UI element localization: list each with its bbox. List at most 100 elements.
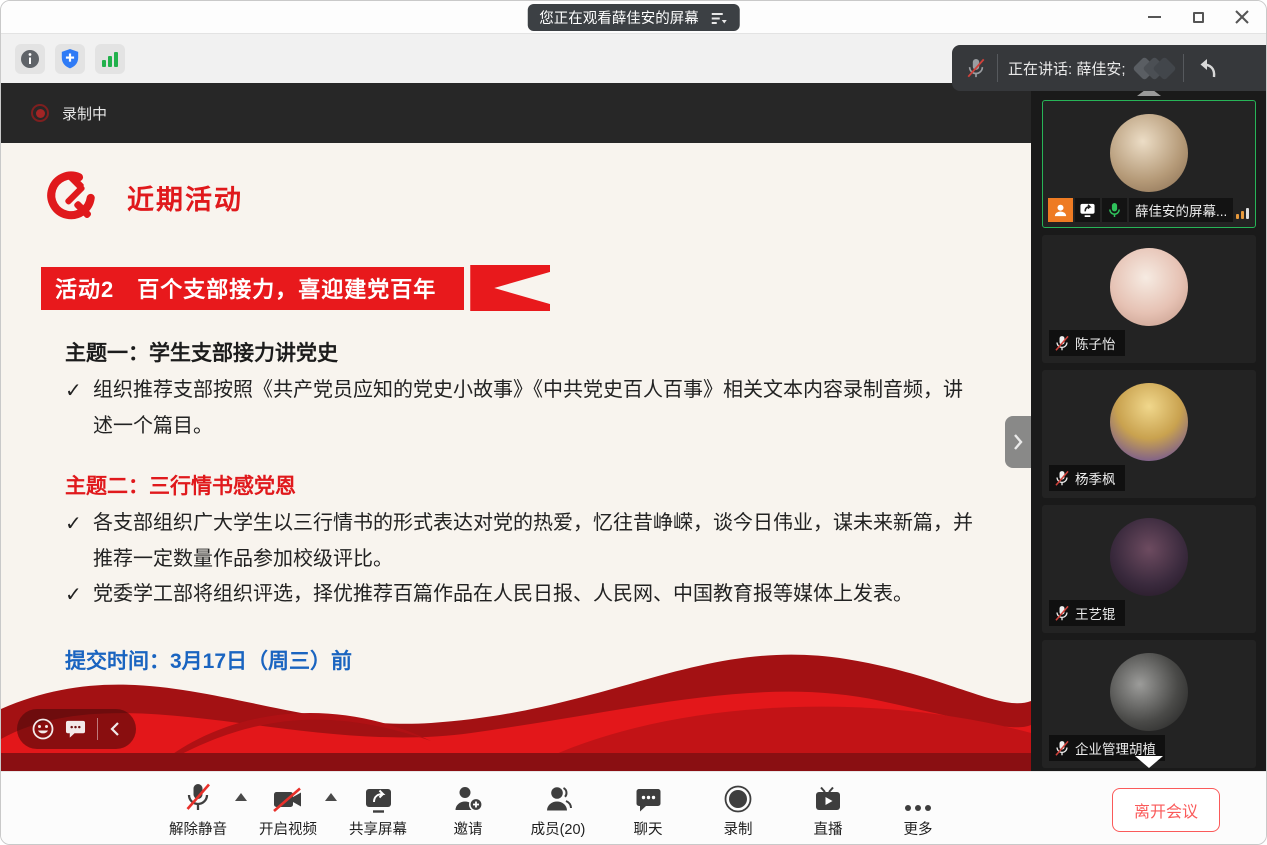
- screen-watch-banner[interactable]: 您正在观看薛佳安的屏幕: [527, 4, 740, 31]
- avatar: [1110, 114, 1188, 192]
- slide-title: 近期活动: [127, 178, 243, 217]
- theme1-bullet-text: 组织推荐支部按照《共产党员应知的党史小故事》《中共党史百人百事》相关文本内容录制…: [93, 379, 963, 437]
- window-controls: [1146, 1, 1250, 33]
- participant-tile[interactable]: 王艺锟: [1042, 505, 1256, 633]
- participant-sidebar: 薛佳安的屏幕... 陈子怡: [1031, 83, 1266, 771]
- emoji-icon[interactable]: [32, 718, 54, 740]
- slide-body: 主题一：学生支部接力讲党史 ✓ 组织推荐支部按照《共产党员应知的党史小故事》《中…: [65, 337, 980, 675]
- meeting-info-button[interactable]: [15, 44, 45, 74]
- check-icon: ✓: [65, 374, 82, 410]
- invite-icon: [454, 780, 483, 813]
- close-button[interactable]: [1234, 9, 1250, 25]
- toolbar-buttons: 解除静音 开启视频: [169, 780, 947, 839]
- live-icon: [814, 780, 842, 813]
- members-icon: [545, 780, 572, 813]
- reaction-pill: [17, 709, 136, 749]
- participant-badges: 薛佳安的屏幕...: [1048, 198, 1233, 222]
- sidebar-toggle-tab[interactable]: [1005, 416, 1031, 468]
- chat-bubble-icon[interactable]: [65, 719, 86, 739]
- minimize-button[interactable]: [1146, 9, 1162, 25]
- shared-screen-area: 录制中 近期活动 活动2 百个支部接力，喜迎建党百年: [1, 83, 1031, 771]
- mic-muted-icon: [966, 57, 986, 80]
- participant-name: 陈子怡: [1075, 333, 1116, 353]
- theme2-bullet1-text: 各支部组织广大学生以三行情书的形式表达对党的热爱，忆往昔峥嵘，谈今日伟业，谋未来…: [93, 512, 973, 570]
- video-options-caret[interactable]: [325, 793, 337, 801]
- active-speaker-panel: 正在讲话: 薛佳安;: [952, 45, 1266, 91]
- record-label: 录制: [724, 818, 753, 839]
- invite-label: 邀请: [454, 818, 483, 839]
- participant-tile[interactable]: 企业管理胡植: [1042, 640, 1256, 768]
- screen-share-icon: [364, 780, 393, 813]
- mic-muted-icon: [1054, 740, 1070, 757]
- more-label: 更多: [904, 818, 933, 839]
- titlebar: 您正在观看薛佳安的屏幕: [1, 1, 1266, 33]
- unmute-button[interactable]: 解除静音: [169, 780, 227, 839]
- speaking-now-label: 正在讲话: 薛佳安;: [1008, 58, 1126, 79]
- divider: [997, 54, 998, 82]
- start-video-label: 开启视频: [259, 818, 317, 839]
- check-icon: ✓: [65, 507, 82, 543]
- avatar: [1110, 248, 1188, 326]
- mic-active-icon: [1102, 198, 1127, 222]
- recording-bar: 录制中: [1, 83, 1031, 143]
- share-screen-button[interactable]: 共享屏幕: [349, 780, 407, 839]
- mic-muted-icon: [1054, 470, 1070, 487]
- deadline-text: 提交时间：3月17日（周三）前: [65, 645, 980, 675]
- avatar: [1110, 518, 1188, 596]
- participant-name: 企业管理胡植: [1075, 738, 1156, 758]
- participant-name: 王艺锟: [1075, 603, 1116, 623]
- layout-switch-icon[interactable]: [711, 11, 728, 25]
- network-signal-button[interactable]: [95, 44, 125, 74]
- check-icon: ✓: [65, 578, 82, 614]
- chat-label: 聊天: [634, 818, 663, 839]
- participant-tile[interactable]: 薛佳安的屏幕...: [1042, 100, 1256, 228]
- chat-button[interactable]: 聊天: [619, 780, 677, 839]
- meeting-window: 您正在观看薛佳安的屏幕: [0, 0, 1267, 845]
- name-chip: 陈子怡: [1049, 330, 1125, 356]
- mic-muted-icon: [1054, 605, 1070, 622]
- maximize-button[interactable]: [1190, 9, 1206, 25]
- live-label: 直播: [814, 818, 843, 839]
- mic-muted-icon: [184, 780, 212, 813]
- participant-name: 薛佳安的屏幕...: [1129, 198, 1233, 222]
- unmute-label: 解除静音: [169, 818, 227, 839]
- members-label: 成员(20): [531, 818, 586, 839]
- more-button[interactable]: 更多: [889, 780, 947, 839]
- avatar: [1110, 383, 1188, 461]
- divider: [1183, 54, 1184, 82]
- meeting-toolbar: 解除静音 开启视频: [1, 771, 1266, 845]
- screen-watch-label: 您正在观看薛佳安的屏幕: [539, 7, 699, 28]
- meeting-app-logo: [1136, 60, 1173, 77]
- screen-sharing-icon: [1075, 198, 1100, 222]
- chat-icon: [635, 780, 662, 813]
- reply-icon[interactable]: [1194, 57, 1218, 79]
- scroll-down-arrow[interactable]: [1135, 756, 1163, 768]
- chevron-right-icon: [1012, 433, 1024, 451]
- info-icon: [20, 49, 40, 69]
- collapse-pill-icon[interactable]: [109, 721, 121, 737]
- theme1-bullet: ✓ 组织推荐支部按照《共产党员应知的党史小故事》《中共党史百人百事》相关文本内容…: [65, 373, 980, 444]
- participant-tile[interactable]: 陈子怡: [1042, 235, 1256, 363]
- divider: [97, 718, 98, 740]
- record-icon: [724, 780, 752, 813]
- mic-options-caret[interactable]: [235, 793, 247, 801]
- presentation-slide: 近期活动 活动2 百个支部接力，喜迎建党百年 主题一：学生支部接力讲党史 ✓ 组…: [1, 143, 1031, 771]
- connection-signal-icon: [1236, 208, 1249, 219]
- live-button[interactable]: 直播: [799, 780, 857, 839]
- participant-tile[interactable]: 杨季枫: [1042, 370, 1256, 498]
- main-area: 录制中 近期活动 活动2 百个支部接力，喜迎建党百年: [1, 83, 1266, 771]
- members-button[interactable]: 成员(20): [529, 780, 587, 839]
- record-button[interactable]: 录制: [709, 780, 767, 839]
- shield-icon: [60, 48, 80, 69]
- banner-flag-icon: [470, 265, 550, 311]
- theme1-title: 主题一：学生支部接力讲党史: [65, 337, 980, 367]
- leave-meeting-button[interactable]: 离开会议: [1112, 788, 1220, 832]
- theme2-title: 主题二：三行情书感党恩: [65, 470, 980, 500]
- slide-header: 近期活动: [43, 169, 1031, 225]
- security-shield-button[interactable]: [55, 44, 85, 74]
- recording-icon: [31, 104, 49, 122]
- invite-button[interactable]: 邀请: [439, 780, 497, 839]
- avatar: [1110, 653, 1188, 731]
- share-screen-label: 共享屏幕: [349, 818, 407, 839]
- start-video-button[interactable]: 开启视频: [259, 780, 317, 839]
